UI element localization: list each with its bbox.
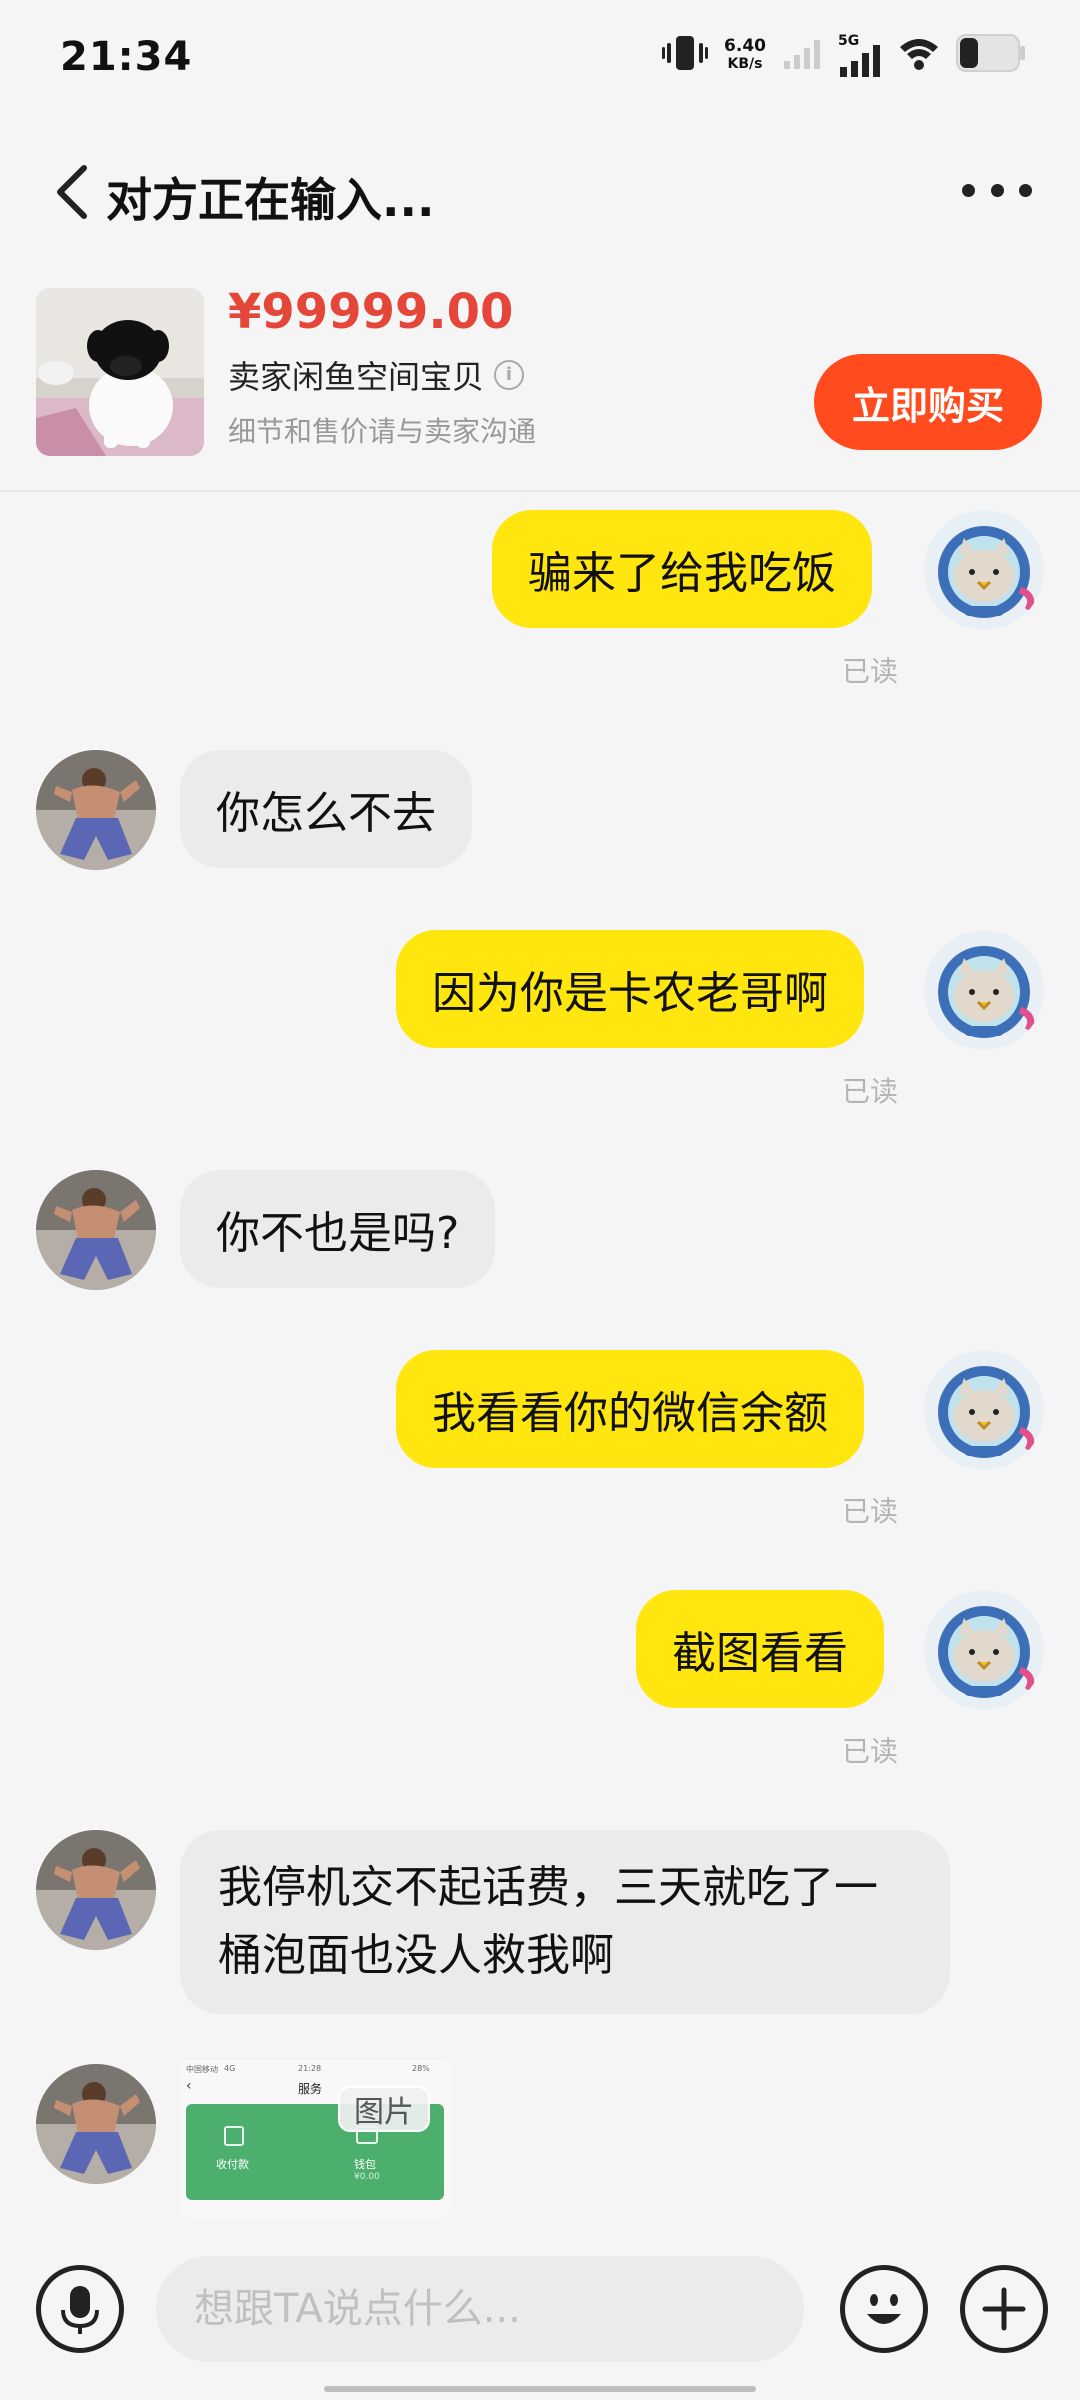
read-receipt: 已读	[842, 1495, 899, 1528]
chat-bubble-received[interactable]: 你怎么不去	[180, 750, 472, 868]
message-input[interactable]	[156, 2256, 804, 2362]
my-avatar[interactable]	[924, 1350, 1044, 1470]
read-receipt: 已读	[842, 1075, 899, 1108]
buy-now-button[interactable]: 立即购买	[814, 354, 1042, 450]
signal-5g-icon: 5G	[838, 33, 882, 77]
contact-avatar[interactable]	[36, 750, 156, 870]
message-input-container[interactable]	[156, 2256, 804, 2362]
chat-bubble-sent[interactable]: 骗来了给我吃饭	[492, 510, 872, 628]
shot-back-icon: ‹	[186, 2078, 192, 2094]
shot-right-value: ¥0.00	[354, 2172, 380, 2182]
network-speed: 6.40 KB/s	[724, 36, 766, 72]
back-button[interactable]	[52, 162, 92, 222]
emoji-button[interactable]	[840, 2265, 928, 2353]
voice-button[interactable]	[36, 2265, 124, 2353]
chat-header: 对方正在输入...	[0, 120, 1080, 260]
product-thumbnail[interactable]	[36, 288, 204, 456]
more-icon	[962, 183, 975, 197]
status-icons: 6.40 KB/s 5G	[662, 30, 1026, 80]
contact-avatar[interactable]	[36, 1830, 156, 1950]
image-message[interactable]: 中国移动 4G 21:28 28% ‹ 服务 收付款 钱包 ¥0.00	[180, 2060, 450, 2218]
status-time: 21:34	[60, 34, 193, 80]
chevron-left-icon	[57, 165, 87, 219]
shot-time: 21:28	[298, 2064, 322, 2073]
chat-bubble-received[interactable]: 我停机交不起话费，三天就吃了一桶泡面也没人救我啊	[180, 1830, 950, 2014]
image-tag: 图片	[338, 2086, 430, 2132]
wifi-icon	[898, 35, 940, 75]
status-bar: 21:34 6.40 KB/s 5G	[0, 0, 1080, 120]
product-title-text: 卖家闲鱼空间宝贝	[228, 358, 485, 396]
home-indicator[interactable]	[324, 2386, 756, 2392]
shot-left-item: 收付款	[216, 2158, 249, 2171]
chat-bubble-sent[interactable]: 我看看你的微信余额	[396, 1350, 864, 1468]
plus-icon	[982, 2287, 1026, 2331]
chat-bubble-received[interactable]: 你不也是吗?	[180, 1170, 496, 1288]
vibrate-icon	[662, 33, 709, 77]
chat-bubble-sent[interactable]: 因为你是卡农老哥啊	[396, 930, 864, 1048]
chat-bubble-sent[interactable]: 截图看看	[636, 1590, 884, 1708]
product-title[interactable]: 卖家闲鱼空间宝贝 i	[228, 352, 525, 398]
info-icon[interactable]: i	[494, 360, 525, 390]
my-avatar[interactable]	[924, 510, 1044, 630]
shot-title: 服务	[298, 2082, 323, 2096]
product-card[interactable]: ¥99999.00 卖家闲鱼空间宝贝 i 细节和售价请与卖家沟通 立即购买	[0, 260, 1080, 492]
signal-weak-icon	[782, 35, 822, 75]
read-receipt: 已读	[842, 655, 899, 688]
emoji-icon	[867, 2294, 901, 2324]
read-receipt: 已读	[842, 1735, 899, 1768]
shot-battery: 28%	[412, 2064, 430, 2073]
my-avatar[interactable]	[924, 1590, 1044, 1710]
product-note: 细节和售价请与卖家沟通	[228, 415, 537, 448]
scan-icon	[224, 2126, 244, 2146]
shot-status: 中国移动 4G	[186, 2064, 236, 2074]
battery-icon	[956, 33, 1026, 77]
page-title: 对方正在输入...	[106, 173, 435, 227]
product-price: ¥99999.00	[228, 284, 514, 340]
contact-avatar[interactable]	[36, 1170, 156, 1290]
my-avatar[interactable]	[924, 930, 1044, 1050]
microphone-icon	[61, 2286, 99, 2334]
shot-right-item: 钱包	[354, 2158, 376, 2171]
more-actions-button[interactable]	[960, 2265, 1048, 2353]
contact-avatar[interactable]	[36, 2064, 156, 2184]
more-button[interactable]	[962, 170, 1032, 210]
